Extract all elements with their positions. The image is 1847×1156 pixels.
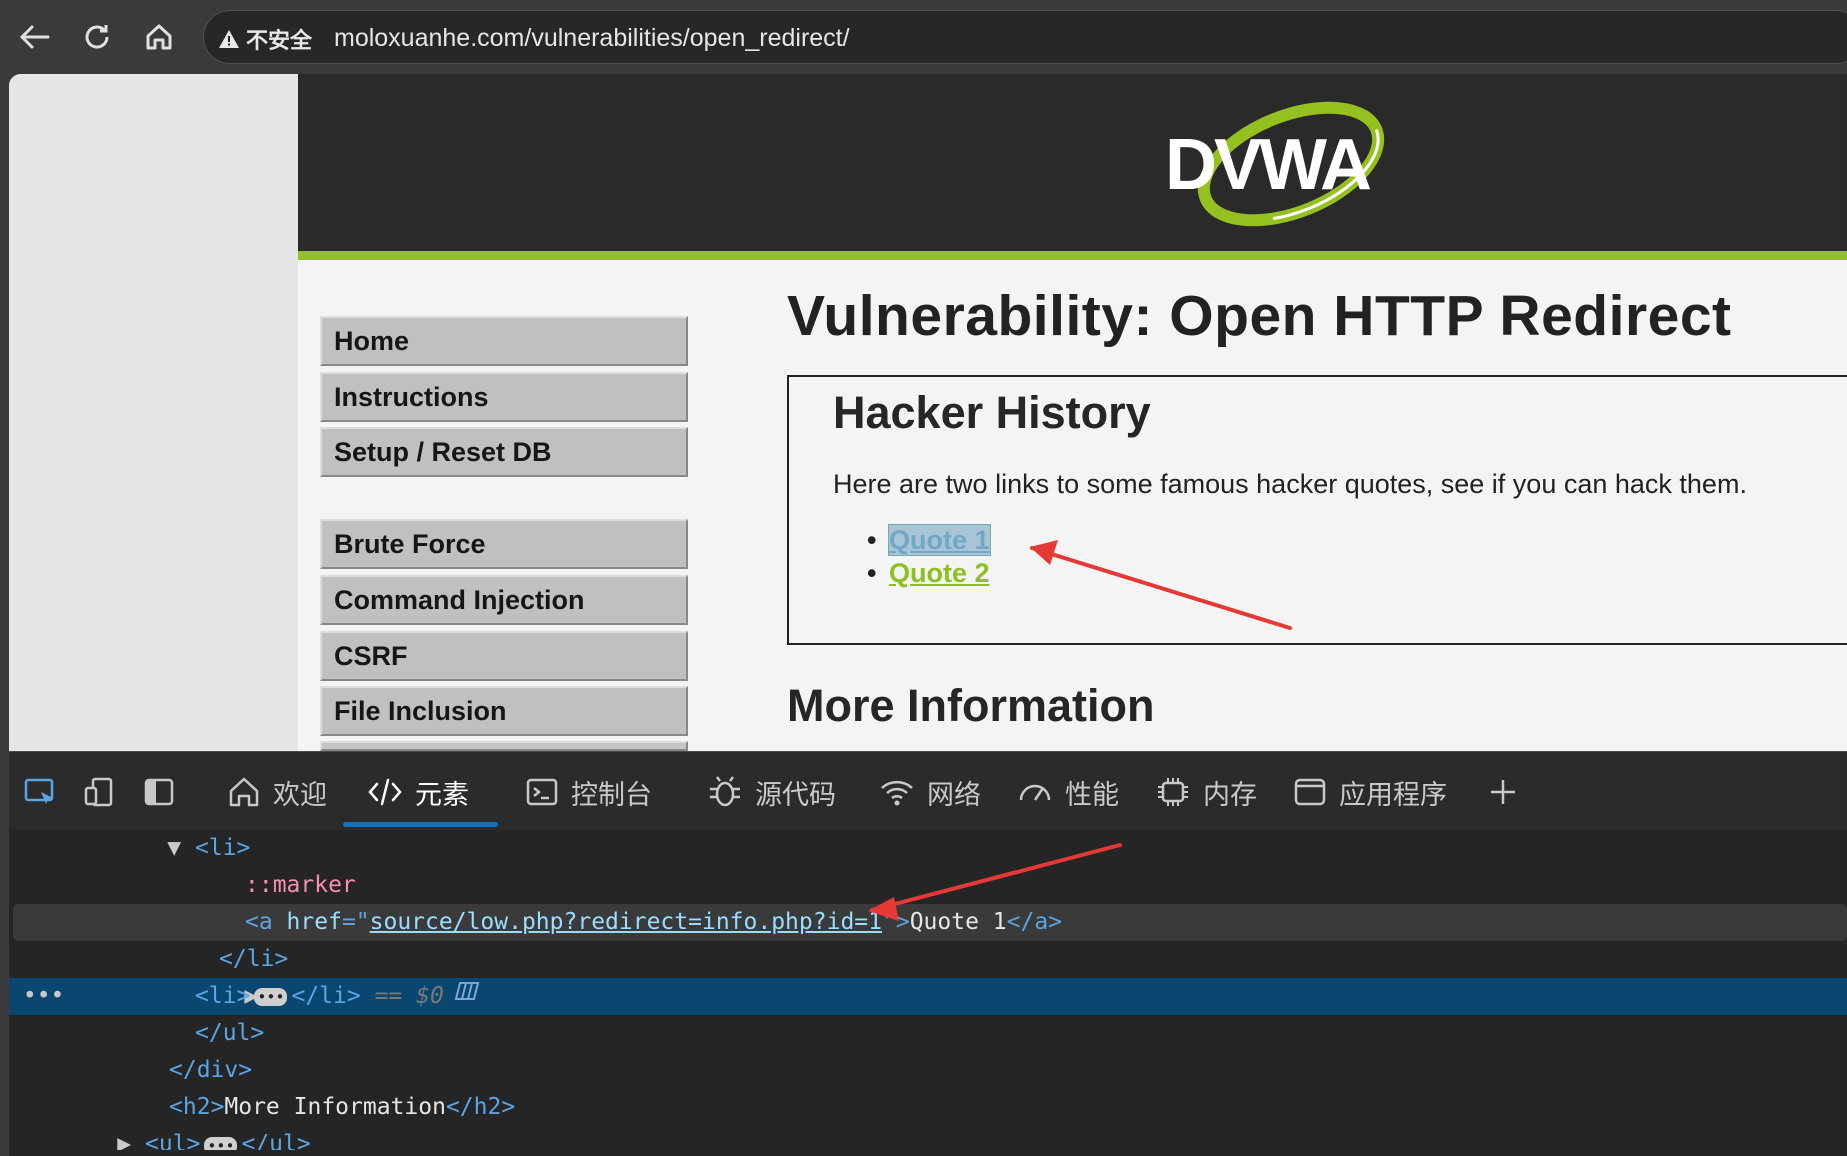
annotation-overlay xyxy=(868,540,1292,921)
arrow-to-href xyxy=(868,843,1122,921)
arrow-to-quote1 xyxy=(1030,540,1292,630)
